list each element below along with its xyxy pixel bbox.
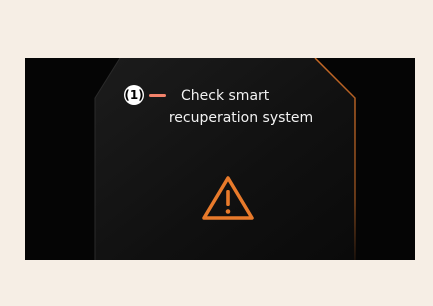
warning-triangle-icon <box>202 176 254 220</box>
instrument-cluster-display: (1) Check smart recuperation system <box>25 58 415 260</box>
page: (1) Check smart recuperation system <box>0 0 433 306</box>
warning-message-line2: recuperation system <box>168 110 314 126</box>
warning-message-line1: Check smart <box>181 88 270 104</box>
warning-message: Check smart recuperation system <box>141 85 341 129</box>
